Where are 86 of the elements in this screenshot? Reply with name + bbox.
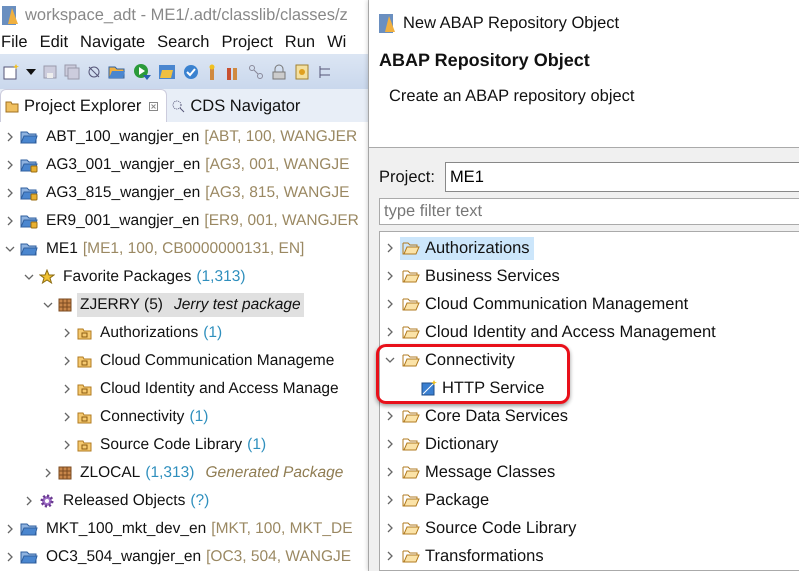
folder-icon[interactable] <box>108 64 126 80</box>
menu-item[interactable]: Search <box>157 32 210 52</box>
folder-icon <box>77 354 92 368</box>
gear-icon <box>39 493 55 510</box>
tree-item[interactable]: Core Data Services <box>400 404 572 428</box>
tree-item[interactable]: ABT_100_wangjer_en [ABT, 100, WANGJER <box>43 125 360 150</box>
folder-icon <box>402 493 420 507</box>
tree-item[interactable]: HTTP Service <box>419 376 548 400</box>
tree-item[interactable]: Released Objects (?) <box>60 489 212 514</box>
project-folder-icon <box>20 241 38 258</box>
tree-item[interactable]: ME1 [ME1, 100, CB0000000131, EN] <box>43 237 308 262</box>
folder-icon <box>402 353 420 367</box>
locked-project-folder-icon <box>20 185 38 202</box>
hierarchy-icon[interactable] <box>317 64 333 80</box>
tree-item[interactable]: AG3_001_wangjer_en [AG3, 001, WANGJE <box>43 153 352 178</box>
project-field[interactable]: ME1 <box>444 162 799 192</box>
window-title: workspace_adt - ME1/.adt/classlib/classes/z <box>25 6 348 25</box>
folder-icon <box>77 382 92 396</box>
app-logo-icon <box>379 12 397 34</box>
tree-item[interactable]: Authorizations <box>400 236 534 260</box>
tree-item[interactable]: Business Services <box>400 264 564 288</box>
folder-icon <box>402 437 420 451</box>
tree-item[interactable]: MKT_100_mkt_dev_en [MKT, 100, MKT_DE <box>43 517 356 542</box>
folder-icon <box>77 326 92 340</box>
package-icon <box>58 298 72 312</box>
folder-icon <box>402 409 420 423</box>
menu-item[interactable]: Project <box>221 32 273 52</box>
tree-item[interactable]: Cloud Communication Management <box>400 292 692 316</box>
tree-item[interactable]: ZJERRY (5) Jerry test package <box>77 293 304 318</box>
folder-icon <box>5 99 19 114</box>
document-icon[interactable] <box>294 64 310 80</box>
tree-item[interactable]: Message Classes <box>400 460 560 484</box>
tree-item[interactable]: Dictionary <box>400 432 502 456</box>
folder-icon <box>402 325 420 339</box>
folder-icon <box>402 241 420 255</box>
folder-icon[interactable] <box>158 64 176 80</box>
tree-item[interactable]: Cloud Identity and Access Manage <box>97 377 342 402</box>
filter-field[interactable]: type filter text <box>379 198 799 225</box>
tree-item[interactable]: OC3_504_wangjer_en [OC3, 504, WANGJE <box>43 545 354 570</box>
view-tab[interactable]: CDS Navigator <box>167 90 308 122</box>
folder-icon <box>77 410 92 424</box>
menu-item[interactable]: Wi <box>327 32 346 52</box>
package-icon <box>58 466 72 480</box>
menu-item[interactable]: Navigate <box>80 32 146 52</box>
project-folder-icon <box>20 549 38 566</box>
dialog-heading: ABAP Repository Object <box>379 50 591 71</box>
tree-item[interactable]: Connectivity <box>400 348 519 372</box>
tree-item[interactable]: Favorite Packages (1,313) <box>60 265 248 290</box>
check-icon[interactable] <box>183 64 199 80</box>
nodes-icon[interactable] <box>248 64 264 80</box>
folder-icon <box>402 549 420 563</box>
tree-item[interactable]: Source Code Library (1) <box>97 433 270 458</box>
folder-icon <box>77 438 92 452</box>
project-folder-icon <box>20 521 38 538</box>
tree-item[interactable]: Connectivity (1) <box>97 405 212 430</box>
tree-item[interactable]: Source Code Library <box>400 516 580 540</box>
dialog-description: Create an ABAP repository object <box>388 87 636 106</box>
new-file-icon[interactable] <box>3 64 19 80</box>
folder-icon <box>402 297 420 311</box>
menu-item[interactable]: File <box>1 32 28 52</box>
tree-item[interactable]: Transformations <box>400 544 548 568</box>
run-icon[interactable] <box>133 62 151 81</box>
dialog-title: New ABAP Repository Object <box>403 14 620 32</box>
tree-item[interactable]: AG3_815_wangjer_en [AG3, 815, WANGJE <box>43 181 352 206</box>
folder-icon <box>402 521 420 535</box>
tree-item[interactable]: Cloud Communication Manageme <box>97 349 338 374</box>
app-logo-icon <box>2 4 20 26</box>
tree-item[interactable]: Package <box>400 488 494 512</box>
lock-icon[interactable] <box>271 64 287 80</box>
folder-icon <box>402 465 420 479</box>
locked-project-folder-icon <box>20 213 38 230</box>
folder-icon <box>402 269 420 283</box>
locked-project-folder-icon <box>20 157 38 174</box>
menu-item[interactable]: Edit <box>40 32 68 52</box>
tree-item[interactable]: Authorizations (1) <box>97 321 226 346</box>
caret-icon[interactable] <box>26 68 36 75</box>
field-label: Project: <box>379 168 435 186</box>
tree-item[interactable]: Cloud Identity and Access Management <box>400 320 720 344</box>
tree-item[interactable]: ER9_001_wangjer_en [ER9, 001, WANGJER <box>43 209 362 234</box>
service-icon <box>421 380 437 396</box>
project-folder-icon <box>20 129 38 146</box>
view-tab[interactable]: Project Explorer <box>0 89 168 122</box>
menu-item[interactable]: Run <box>284 32 316 52</box>
close-icon[interactable] <box>149 102 158 111</box>
star-icon <box>39 269 55 286</box>
tree-item[interactable]: ZLOCAL (1,313) Generated Package <box>77 461 346 486</box>
